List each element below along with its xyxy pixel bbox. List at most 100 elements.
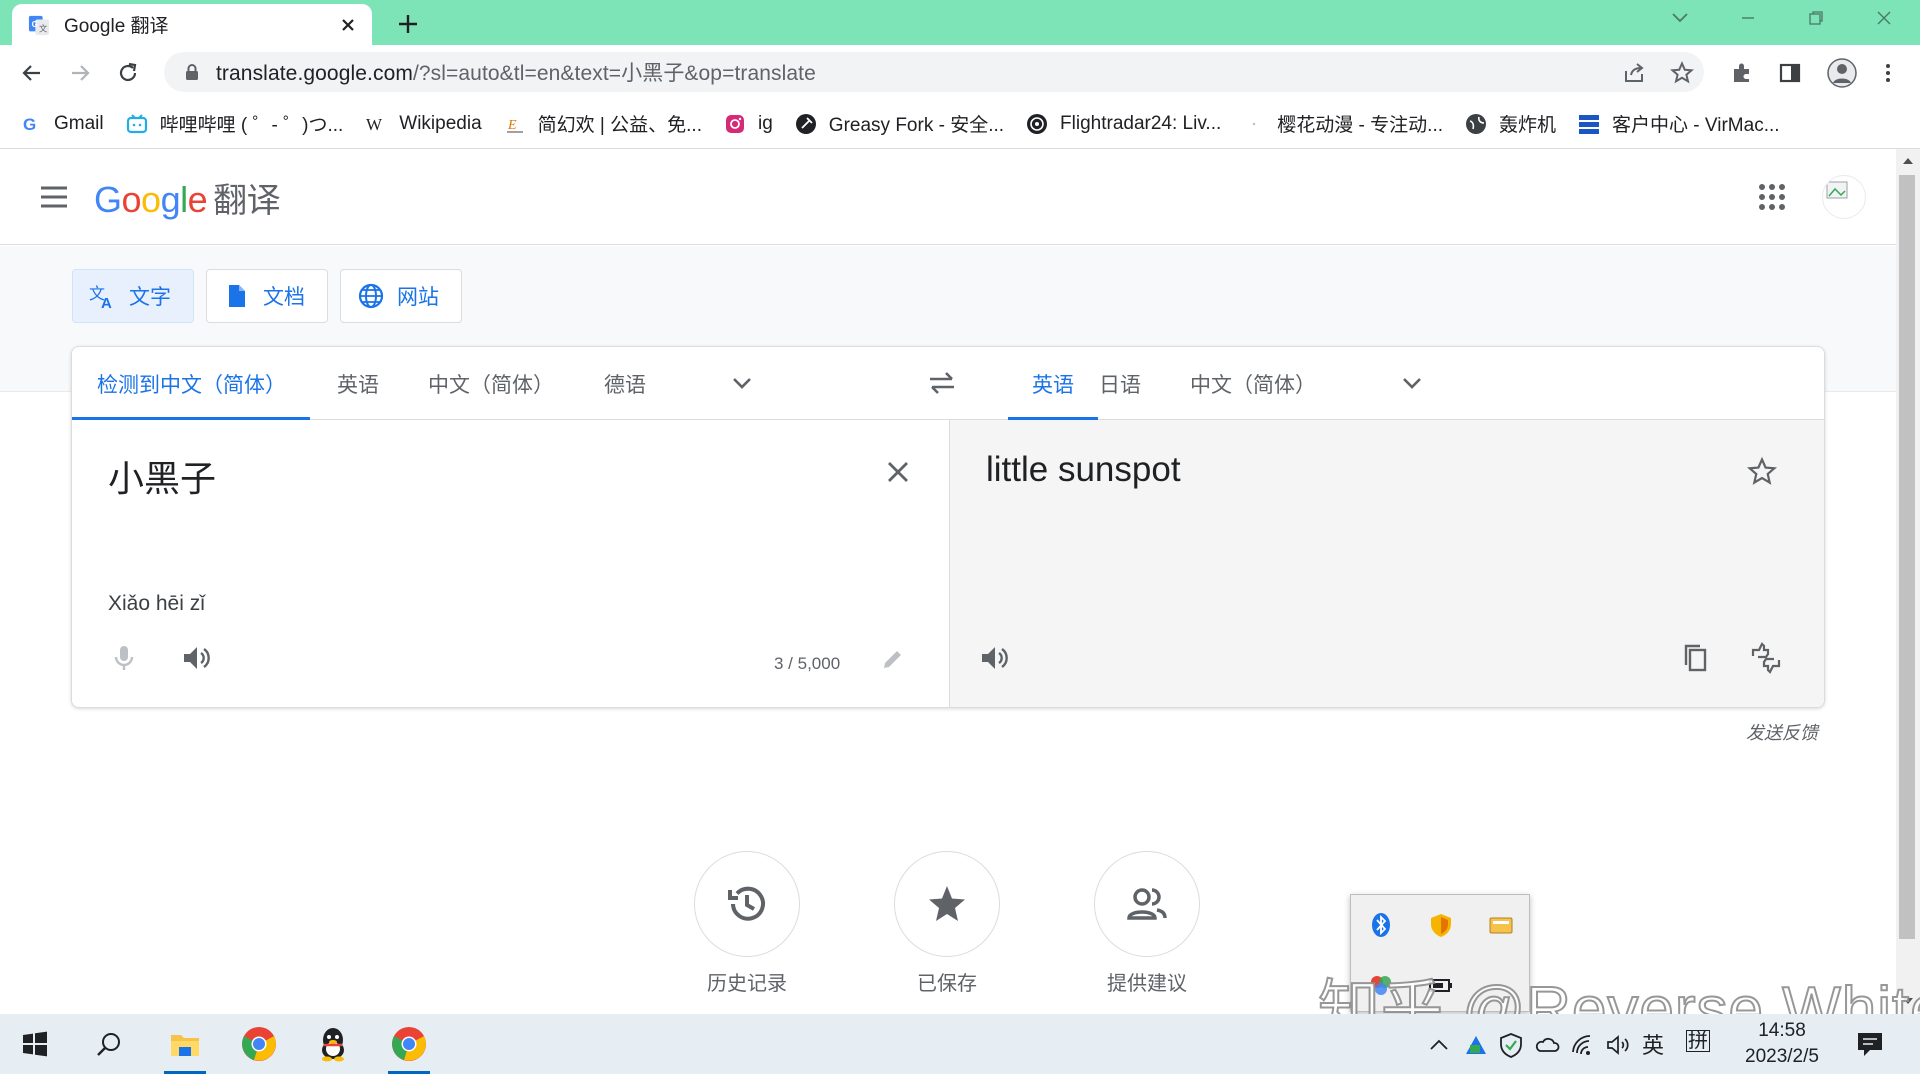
back-button[interactable] xyxy=(18,59,46,87)
scroll-up-button[interactable] xyxy=(1900,153,1916,169)
colorful-tray-app-icon[interactable] xyxy=(1463,1032,1489,1058)
chevron-down-icon xyxy=(1672,13,1688,23)
history-button[interactable]: 历史记录 xyxy=(694,851,800,996)
bookmark-flightradar[interactable]: Flightradar24: Liv... xyxy=(1026,113,1221,135)
clock-date: 2023/2/5 xyxy=(1745,1046,1819,1067)
bluetooth-icon[interactable] xyxy=(1367,911,1395,939)
chrome-active-taskbar-item[interactable] xyxy=(378,1014,440,1074)
mode-text-button[interactable]: 文A 文字 xyxy=(72,269,194,323)
google-g-icon: G xyxy=(23,115,36,134)
target-pane: little sunspot xyxy=(949,420,1825,707)
search-button[interactable] xyxy=(78,1014,140,1074)
scrollbar-thumb[interactable] xyxy=(1899,175,1915,939)
bookmark-label: 简幻欢 | 公益、免... xyxy=(537,115,702,136)
close-window-button[interactable] xyxy=(1868,6,1900,30)
contribute-button[interactable]: 提供建议 xyxy=(1094,851,1200,996)
source-text-input[interactable]: 小黑子 xyxy=(108,450,216,502)
windows-logo-icon xyxy=(23,1031,47,1057)
listen-translation-speaker-icon[interactable] xyxy=(978,642,1010,674)
contribute-circle xyxy=(1094,851,1200,957)
show-hidden-icons-chevron-icon[interactable] xyxy=(1426,1032,1452,1058)
volume-icon[interactable] xyxy=(1605,1032,1631,1058)
microphone-icon[interactable] xyxy=(108,642,140,674)
profile-button[interactable] xyxy=(1826,57,1858,89)
ime-mode-indicator[interactable]: 拼 xyxy=(1686,1030,1710,1052)
edit-pencil-icon[interactable] xyxy=(880,646,906,672)
tab-title: Google 翻译 xyxy=(64,16,169,37)
onedrive-cloud-icon[interactable] xyxy=(1534,1032,1560,1058)
share-page-button[interactable] xyxy=(1620,59,1648,87)
tab-search-button[interactable] xyxy=(1664,6,1696,30)
side-panel-button[interactable] xyxy=(1776,59,1804,87)
target-lang-english[interactable]: 英语 xyxy=(1008,347,1098,420)
more-source-langs-chevron-icon[interactable] xyxy=(728,369,756,397)
copy-icon[interactable] xyxy=(1680,642,1712,674)
mode-document-button[interactable]: 文档 xyxy=(206,269,328,323)
translate-page: Google 翻译 文A 文字 文档 网站 检测到中文（简体） 英语 中文（简体… xyxy=(0,149,1896,1014)
logo-letter: o xyxy=(141,179,161,220)
taskbar-clock[interactable]: 14:58 2023/2/5 xyxy=(1726,1018,1838,1070)
mode-label: 文档 xyxy=(263,286,305,309)
extensions-button[interactable] xyxy=(1728,59,1756,87)
globe-icon xyxy=(358,283,384,309)
target-lang-chinese[interactable]: 中文（简体） xyxy=(1190,347,1316,420)
send-feedback-link[interactable]: 发送反馈 xyxy=(1746,719,1818,745)
minimize-button[interactable] xyxy=(1732,6,1764,30)
forward-button[interactable] xyxy=(66,59,94,87)
rate-translation-icon[interactable] xyxy=(1750,642,1782,674)
saved-button[interactable]: 已保存 xyxy=(894,851,1000,996)
account-avatar[interactable] xyxy=(1822,175,1866,219)
bookmark-instagram[interactable]: ig xyxy=(724,113,773,135)
source-lang-english[interactable]: 英语 xyxy=(337,347,379,420)
share-translation-icon[interactable] xyxy=(1822,642,1825,674)
greasyfork-icon xyxy=(795,113,816,134)
close-tab-icon[interactable] xyxy=(338,15,358,35)
windows-security-icon[interactable] xyxy=(1498,1032,1524,1058)
security-shield-icon[interactable] xyxy=(1427,911,1455,939)
swap-languages-icon[interactable] xyxy=(926,367,958,399)
file-explorer-taskbar-item[interactable] xyxy=(154,1014,216,1074)
bookmark-hongzhaji[interactable]: 轰炸机 xyxy=(1465,110,1556,137)
chrome-taskbar-item[interactable] xyxy=(228,1014,290,1074)
new-tab-button[interactable] xyxy=(392,8,424,40)
reload-button[interactable] xyxy=(114,59,142,87)
bookmark-label: Gmail xyxy=(54,112,104,134)
bookmark-star-button[interactable] xyxy=(1668,59,1696,87)
bookmark-gmail[interactable]: G Gmail xyxy=(20,113,104,135)
source-lang-german[interactable]: 德语 xyxy=(604,347,646,420)
bookmark-yinghua[interactable]: 樱花动漫 - 专注动... xyxy=(1243,110,1443,137)
share-icon xyxy=(1625,63,1644,82)
bookmark-bilibili[interactable]: 哔哩哔哩 ( ゜- ゜)つ... xyxy=(126,110,343,137)
browser-tab[interactable]: G 文 Google 翻译 xyxy=(12,4,372,45)
google-apps-icon[interactable] xyxy=(1756,181,1788,213)
qq-taskbar-item[interactable] xyxy=(302,1014,364,1074)
clear-source-icon[interactable] xyxy=(884,458,912,486)
listen-source-speaker-icon[interactable] xyxy=(180,642,212,674)
more-target-langs-chevron-icon[interactable] xyxy=(1398,369,1426,397)
bookmark-label: 轰炸机 xyxy=(1499,115,1557,136)
language-bar: 检测到中文（简体） 英语 中文（简体） 德语 英语 日语 中文（简体） xyxy=(72,347,1824,420)
wifi-icon[interactable] xyxy=(1570,1032,1596,1058)
target-lang-japanese[interactable]: 日语 xyxy=(1099,347,1141,420)
ime-language-indicator[interactable]: 英 xyxy=(1642,1028,1664,1060)
save-translation-star-icon[interactable] xyxy=(1746,456,1778,488)
start-button[interactable] xyxy=(4,1014,66,1074)
browser-menu-button[interactable] xyxy=(1874,59,1902,87)
scroll-up-arrow-icon xyxy=(1903,158,1913,164)
source-lang-chinese[interactable]: 中文（简体） xyxy=(428,347,554,420)
bookmark-wikipedia[interactable]: W Wikipedia xyxy=(365,113,481,135)
translation-output: little sunspot xyxy=(986,450,1181,489)
bookmark-virmach[interactable]: 客户中心 - VirMac... xyxy=(1578,110,1780,137)
saved-label: 已保存 xyxy=(917,973,977,995)
notification-center-icon[interactable] xyxy=(1855,1029,1885,1059)
restore-button[interactable] xyxy=(1800,6,1832,30)
bookmark-jianhuanhuan[interactable]: E 简幻欢 | 公益、免... xyxy=(504,110,702,137)
storage-card-icon[interactable] xyxy=(1487,911,1515,939)
source-lang-detected[interactable]: 检测到中文（简体） xyxy=(72,347,310,420)
hamburger-menu-icon[interactable] xyxy=(38,183,70,211)
bookmark-greasyfork[interactable]: Greasy Fork - 安全... xyxy=(795,110,1004,137)
address-bar[interactable]: translate.google.com/?sl=auto&tl=en&text… xyxy=(164,52,1704,92)
translation-card: 检测到中文（简体） 英语 中文（简体） 德语 英语 日语 中文（简体） 小黑子 … xyxy=(71,346,1825,708)
google-translate-logo[interactable]: Google 翻译 xyxy=(94,173,281,222)
mode-website-button[interactable]: 网站 xyxy=(340,269,462,323)
